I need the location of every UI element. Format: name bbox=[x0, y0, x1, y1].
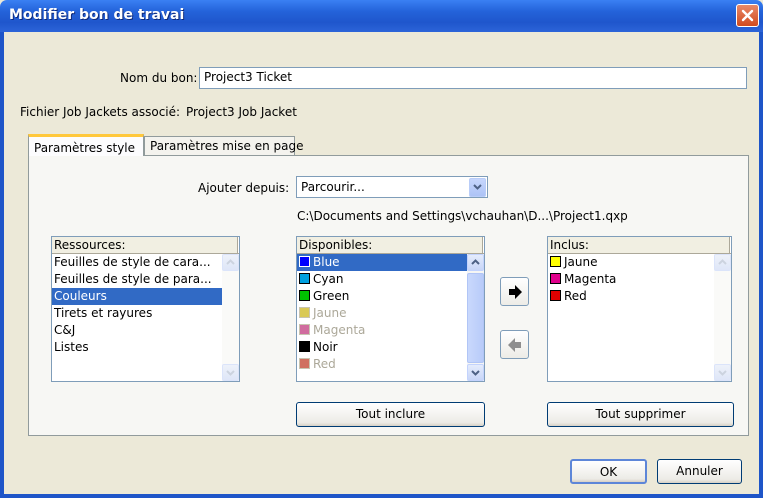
scroll-up-button[interactable] bbox=[714, 254, 731, 271]
add-from-select[interactable]: Parcourir... bbox=[296, 176, 488, 198]
list-item-label: Red bbox=[313, 357, 336, 371]
ticket-name-label: Nom du bon: bbox=[120, 71, 198, 85]
list-item-label: C&J bbox=[54, 323, 76, 337]
chevron-down-icon bbox=[718, 370, 727, 376]
add-button[interactable] bbox=[500, 277, 529, 306]
add-from-label: Ajouter depuis: bbox=[198, 181, 290, 195]
list-item[interactable]: Jaune bbox=[297, 305, 484, 322]
scroll-thumb[interactable] bbox=[467, 273, 484, 363]
list-item[interactable]: Listes bbox=[52, 339, 239, 356]
list-item[interactable]: Noir bbox=[297, 339, 484, 356]
color-swatch-icon bbox=[550, 273, 561, 284]
close-button[interactable] bbox=[736, 4, 759, 27]
chevron-up-icon bbox=[718, 259, 727, 265]
scroll-down-button[interactable] bbox=[467, 364, 484, 381]
list-item-label: Couleurs bbox=[54, 289, 107, 303]
color-swatch-icon bbox=[550, 290, 561, 301]
scrollbar[interactable] bbox=[467, 254, 484, 381]
cancel-button[interactable]: Annuler bbox=[657, 459, 742, 484]
list-item-label: Green bbox=[313, 289, 350, 303]
list-item[interactable]: Blue bbox=[297, 254, 467, 271]
color-swatch-icon bbox=[299, 307, 310, 318]
list-item[interactable]: Red bbox=[297, 356, 484, 373]
list-item-label: Jaune bbox=[313, 306, 347, 320]
scroll-up-button[interactable] bbox=[222, 254, 239, 271]
arrow-right-icon bbox=[509, 285, 522, 299]
list-item[interactable]: Jaune bbox=[548, 254, 731, 271]
list-item[interactable]: Green bbox=[297, 288, 484, 305]
included-list[interactable]: Inclus: Jaune Magenta Red bbox=[547, 236, 732, 382]
scroll-up-button[interactable] bbox=[467, 254, 484, 271]
color-swatch-icon bbox=[550, 256, 561, 267]
scrollbar[interactable] bbox=[714, 254, 731, 381]
list-item[interactable]: C&J bbox=[52, 322, 239, 339]
list-header: Ressources: bbox=[52, 237, 239, 254]
chevron-up-icon bbox=[471, 259, 480, 265]
chevron-down-icon bbox=[471, 370, 480, 376]
scroll-down-button[interactable] bbox=[714, 364, 731, 381]
list-item-label: Listes bbox=[54, 340, 89, 354]
list-item-label: Red bbox=[564, 289, 587, 303]
tab-label: Paramètres style bbox=[34, 141, 136, 155]
list-item-label: Feuilles de style de para... bbox=[54, 272, 212, 286]
list-item[interactable]: Magenta bbox=[548, 271, 731, 288]
chevron-up-icon bbox=[226, 259, 235, 265]
job-jackets-value: Project3 Job Jacket bbox=[186, 105, 297, 119]
remove-all-button[interactable]: Tout supprimer bbox=[547, 402, 734, 427]
tab-layout-settings[interactable]: Paramètres mise en page bbox=[144, 136, 303, 155]
scrollbar[interactable] bbox=[222, 254, 239, 381]
list-item[interactable]: Tirets et rayures bbox=[52, 305, 239, 322]
list-item[interactable]: Feuilles de style de cara... bbox=[52, 254, 239, 271]
source-path: C:\Documents and Settings\vchauhan\D...\… bbox=[297, 209, 628, 223]
tab-label: Paramètres mise en page bbox=[150, 139, 304, 153]
include-all-button[interactable]: Tout inclure bbox=[296, 402, 485, 427]
list-item[interactable]: Magenta bbox=[297, 322, 484, 339]
color-swatch-icon bbox=[299, 256, 310, 267]
resources-list[interactable]: Ressources: Feuilles de style de cara...… bbox=[51, 236, 240, 382]
chevron-down-icon bbox=[473, 184, 482, 190]
list-item-label: Magenta bbox=[564, 272, 617, 286]
window-title: Modifier bon de travai bbox=[9, 7, 185, 23]
color-swatch-icon bbox=[299, 290, 310, 301]
list-item[interactable]: Cyan bbox=[297, 271, 484, 288]
ok-button[interactable]: OK bbox=[570, 459, 647, 484]
color-swatch-icon bbox=[299, 358, 310, 369]
list-item[interactable]: Red bbox=[548, 288, 731, 305]
list-item-label: Blue bbox=[313, 255, 340, 269]
color-swatch-icon bbox=[299, 341, 310, 352]
list-item[interactable]: Feuilles de style de para... bbox=[52, 271, 239, 288]
list-item-label: Magenta bbox=[313, 323, 366, 337]
tab-style-settings[interactable]: Paramètres style bbox=[28, 134, 144, 156]
list-item-label: Jaune bbox=[564, 255, 598, 269]
close-icon bbox=[741, 9, 754, 22]
list-item[interactable]: Couleurs bbox=[52, 288, 222, 305]
dropdown-button[interactable] bbox=[469, 178, 486, 197]
job-jackets-label: Fichier Job Jackets associé: bbox=[20, 105, 181, 119]
list-item-label: Cyan bbox=[313, 272, 344, 286]
list-item-label: Feuilles de style de cara... bbox=[54, 255, 211, 269]
color-swatch-icon bbox=[299, 324, 310, 335]
list-header: Inclus: bbox=[548, 237, 731, 254]
list-item-label: Tirets et rayures bbox=[54, 306, 153, 320]
add-from-value: Parcourir... bbox=[301, 180, 365, 194]
ticket-name-input[interactable]: Project3 Ticket bbox=[199, 67, 747, 89]
chevron-down-icon bbox=[226, 370, 235, 376]
arrow-left-icon bbox=[508, 338, 521, 352]
available-list[interactable]: Disponibles: Blue Cyan Green Jaune Magenta No… bbox=[296, 236, 485, 382]
title-bar: Modifier bon de travai bbox=[0, 0, 763, 32]
list-item-label: Noir bbox=[313, 340, 338, 354]
list-header: Disponibles: bbox=[297, 237, 484, 254]
remove-button[interactable] bbox=[500, 330, 529, 359]
color-swatch-icon bbox=[299, 273, 310, 284]
scroll-down-button[interactable] bbox=[222, 364, 239, 381]
